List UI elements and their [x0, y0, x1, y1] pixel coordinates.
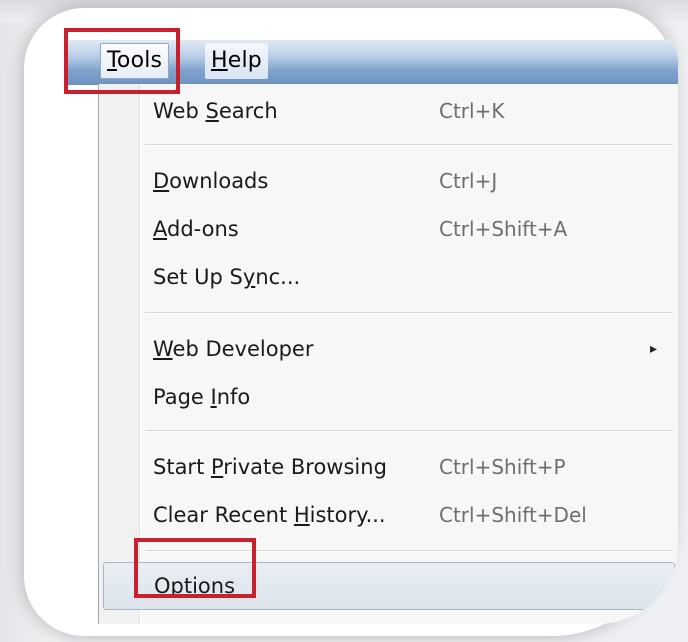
submenu-arrow-icon: ▸ — [649, 341, 657, 357]
menu-item-shortcut: Ctrl+J — [439, 169, 498, 193]
menu-item-web-developer[interactable]: Web Developer ▸ — [145, 326, 678, 372]
menu-item-label: Clear Recent History... — [153, 503, 386, 527]
menu-item-web-search[interactable]: Web Search Ctrl+K — [145, 88, 678, 134]
menu-item-label: Set Up Sync... — [153, 265, 301, 289]
menu-item-label: Web Search — [153, 99, 278, 123]
menu-item-shortcut: Ctrl+Shift+P — [439, 455, 566, 479]
menu-item-label: Web Developer — [153, 337, 314, 361]
menu-item-shortcut: Ctrl+Shift+A — [439, 217, 568, 241]
menu-help[interactable]: Help — [205, 43, 268, 79]
menu-item-shortcut: Ctrl+Shift+Del — [439, 503, 587, 527]
menu-item-label: Start Private Browsing — [153, 455, 387, 479]
menu-separator — [145, 144, 673, 146]
menu-item-downloads[interactable]: Downloads Ctrl+J — [145, 158, 678, 204]
menu-item-set-up-sync[interactable]: Set Up Sync... — [145, 254, 678, 300]
menu-item-page-info[interactable]: Page Info — [145, 374, 678, 420]
menu-item-add-ons[interactable]: Add-ons Ctrl+Shift+A — [145, 206, 678, 252]
options-highlight-box — [134, 538, 256, 598]
tools-highlight-box — [64, 28, 180, 94]
menu-item-shortcut: Ctrl+K — [439, 99, 505, 123]
menu-item-label: Downloads — [153, 169, 269, 193]
menu-help-mnemonic: H — [211, 48, 228, 73]
screenshot-area: Tools Help Web Search Ctrl+K Downloads C… — [38, 24, 678, 624]
menu-item-label: Add-ons — [153, 217, 239, 241]
menu-item-label: Page Info — [153, 385, 251, 409]
menu-item-private-browsing[interactable]: Start Private Browsing Ctrl+Shift+P — [145, 444, 678, 490]
menu-separator — [145, 312, 673, 314]
menu-separator — [145, 430, 673, 432]
menu-item-clear-history[interactable]: Clear Recent History... Ctrl+Shift+Del — [145, 492, 678, 538]
